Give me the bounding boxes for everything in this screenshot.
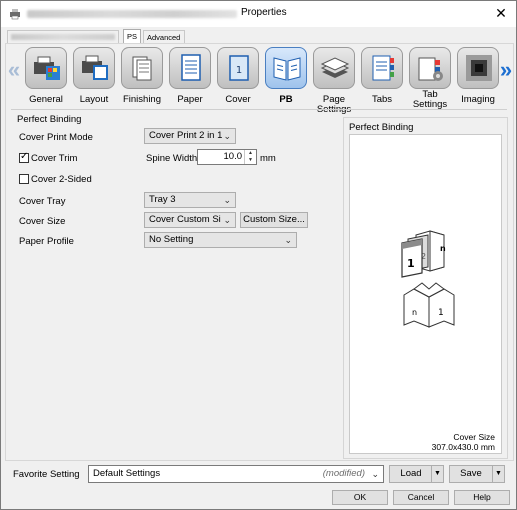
svg-text:n: n [440, 244, 446, 253]
tab-redacted[interactable] [7, 30, 119, 43]
chevron-down-icon: ⌄ [223, 131, 231, 141]
properties-dialog: Properties ✕ PS Advanced « General Layou… [0, 0, 517, 510]
preview-caption-label: Cover Size [453, 432, 495, 442]
icon-tab-settings[interactable]: Tab Settings [407, 47, 453, 110]
cover-tray-dropdown[interactable]: Tray 3 ⌄ [144, 192, 236, 208]
icon-cover[interactable]: 1 Cover [215, 47, 261, 109]
preview-title: Perfect Binding [349, 122, 414, 133]
favorite-setting-dropdown[interactable]: Default Settings (modified) ⌄ [88, 465, 384, 483]
spine-width-value: 10.0 [223, 151, 243, 162]
paper-profile-value: No Setting [149, 234, 194, 245]
function-icon-bar: « General Layout Finishing Paper 1 Cover… [7, 45, 513, 115]
cover-print-mode-dropdown[interactable]: Cover Print 2 in 1 ⌄ [144, 128, 236, 144]
perfect-binding-icon [273, 57, 301, 81]
icon-imaging[interactable]: Imaging [455, 47, 501, 109]
icon-paper[interactable]: Paper [167, 47, 213, 109]
section-title: Perfect Binding [17, 114, 82, 125]
svg-text:1: 1 [236, 65, 242, 76]
icon-page-settings[interactable]: Page Settings [311, 47, 357, 115]
scroll-left-icon[interactable]: « [7, 59, 21, 81]
paper-profile-label: Paper Profile [19, 236, 74, 247]
redacted-printer-name [27, 10, 237, 18]
spinner-buttons[interactable]: ▲ ▼ [244, 150, 256, 164]
paper-icon [181, 54, 201, 81]
tab-ps[interactable]: PS [123, 29, 141, 43]
svg-text:1: 1 [438, 308, 444, 318]
load-split-button[interactable]: Load ▼ [389, 465, 444, 483]
cover-icon: 1 [229, 55, 249, 81]
finishing-icon [132, 56, 152, 81]
tab-strip: PS Advanced [5, 29, 513, 44]
cover-print-mode-value: Cover Print 2 in 1 [149, 130, 223, 141]
spine-width-spinner[interactable]: 10.0 ▲ ▼ [197, 149, 257, 165]
icon-label-tabs: Tabs [371, 94, 393, 105]
spine-width-label: Spine Width [146, 153, 198, 164]
window-title: Properties [241, 7, 287, 18]
favorite-setting-value: Default Settings [93, 468, 161, 479]
preview-area: n 2 1 n 1 Cover Size 307.0x430.0 mm [349, 134, 502, 454]
cover-trim-checkbox[interactable]: ✓ [19, 151, 29, 163]
tab-settings-icon [418, 57, 443, 81]
spine-width-unit: mm [260, 153, 276, 164]
scroll-right-icon[interactable]: » [499, 59, 513, 81]
favorite-setting-label: Favorite Setting [13, 469, 80, 480]
cancel-button[interactable]: Cancel [393, 490, 449, 505]
title-bar: Properties ✕ [1, 1, 516, 27]
icon-general[interactable]: General [23, 47, 69, 109]
spin-up-icon[interactable]: ▲ [245, 150, 256, 157]
chevron-down-icon: ⌄ [284, 235, 292, 245]
general-icon [34, 56, 60, 80]
favorite-modified-indicator: (modified) [322, 468, 365, 479]
cover-size-label: Cover Size [19, 216, 66, 227]
cover-print-mode-label: Cover Print Mode [19, 132, 93, 143]
icon-layout[interactable]: Layout [71, 47, 117, 109]
save-dropdown-arrow-icon[interactable]: ▼ [492, 466, 504, 482]
load-dropdown-arrow-icon[interactable]: ▼ [431, 466, 443, 482]
icon-tabs[interactable]: Tabs [359, 47, 405, 109]
cover-tray-label: Cover Tray [19, 196, 66, 207]
cover-tray-value: Tray 3 [149, 194, 176, 205]
page-settings-icon [320, 57, 350, 78]
cover-size-dropdown[interactable]: Cover Custom Size ⌄ [144, 212, 236, 228]
tabs-icon [372, 55, 394, 81]
paper-profile-dropdown[interactable]: No Setting ⌄ [144, 232, 297, 248]
help-button[interactable]: Help [454, 490, 510, 505]
svg-text:n: n [412, 308, 417, 317]
cover-size-value: Cover Custom Size [149, 214, 231, 225]
svg-text:1: 1 [407, 257, 415, 270]
layout-icon [82, 55, 108, 80]
chevron-down-icon: ⌄ [221, 214, 231, 227]
tab-advanced[interactable]: Advanced [143, 30, 185, 43]
preview-caption-value: 307.0x430.0 mm [431, 442, 495, 452]
checkmark-icon: ✓ [20, 151, 29, 162]
perfect-binding-preview-illustration: n 2 1 n 1 [401, 230, 455, 328]
icon-pb[interactable]: PB [263, 47, 309, 109]
close-button[interactable]: ✕ [490, 3, 512, 23]
cover-2sided-label: Cover 2-Sided [31, 174, 92, 185]
save-split-button[interactable]: Save ▼ [449, 465, 505, 483]
cover-trim-label: Cover Trim [31, 153, 78, 164]
imaging-icon [466, 55, 492, 81]
load-button[interactable]: Load [390, 466, 432, 482]
cover-2sided-checkbox[interactable] [19, 174, 29, 184]
save-button[interactable]: Save [450, 466, 492, 482]
printer-app-icon [10, 9, 20, 20]
chevron-down-icon: ⌄ [223, 195, 231, 205]
divider [11, 109, 507, 110]
icon-label-imaging: Imaging [461, 94, 495, 105]
ok-button[interactable]: OK [332, 490, 388, 505]
icon-finishing[interactable]: Finishing [119, 47, 165, 109]
spin-down-icon[interactable]: ▼ [245, 157, 256, 164]
custom-size-button[interactable]: Custom Size... [240, 212, 308, 228]
chevron-down-icon: ⌄ [371, 469, 379, 479]
